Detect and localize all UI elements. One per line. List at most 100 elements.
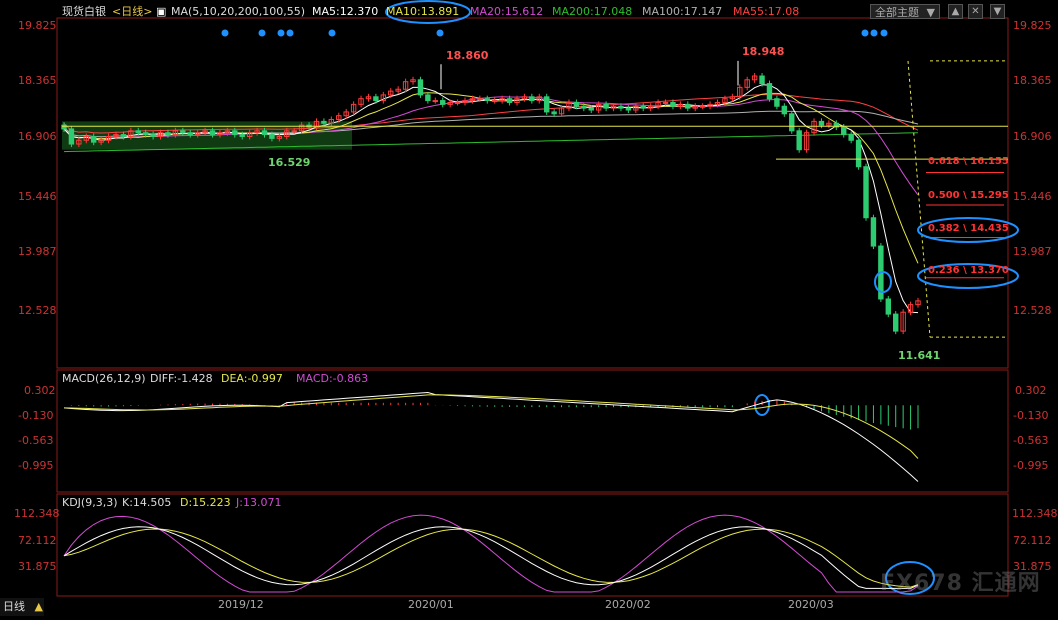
y-tick-right: 12.528 — [1013, 304, 1052, 317]
candle — [321, 120, 327, 124]
candle — [640, 105, 646, 109]
candle — [551, 111, 557, 115]
ma20-value: MA20:15.612 — [470, 5, 544, 18]
candle — [781, 105, 788, 115]
candle — [61, 124, 67, 130]
y-tick-right: 15.446 — [1013, 190, 1052, 203]
symbol-name: 现货白银 — [62, 5, 106, 18]
candle — [588, 107, 594, 111]
candle — [855, 139, 862, 168]
macd-value: MACD:-0.863 — [296, 372, 369, 385]
candle — [796, 130, 802, 151]
fib-level-label: 0.236 \ 13.370 — [928, 265, 1009, 276]
candle — [870, 217, 877, 247]
candle — [848, 134, 854, 141]
candle — [269, 134, 275, 139]
macd-y-tick-left: -0.995 — [18, 459, 54, 472]
macd-y-tick-right: -0.130 — [1013, 409, 1049, 422]
event-dot — [328, 29, 336, 37]
candle — [484, 98, 490, 102]
chart-stage: 现货白银 <日线> ▣ MA(5,10,20,200,100,55) MA5:1… — [0, 0, 1058, 616]
event-dot — [880, 29, 888, 37]
ma10-value: MA10:13.891 — [386, 5, 460, 18]
kdj-y-tick-left: 112.348 — [14, 507, 60, 520]
candle — [529, 96, 535, 102]
kdj-y-tick-left: 72.112 — [18, 534, 57, 547]
y-tick-left: 16.906 — [18, 130, 57, 143]
candle — [759, 75, 765, 85]
scroll-up-button[interactable]: ▲ — [948, 4, 963, 19]
candle — [425, 94, 431, 102]
macd-diff: DIFF:-1.428 — [150, 372, 213, 385]
kdj-k: K:14.505 — [122, 496, 172, 509]
macd-y-tick-left: 0.302 — [24, 384, 56, 397]
candle — [492, 100, 498, 103]
ma5-value: MA5:12.370 — [312, 5, 379, 18]
watermark: FX678 汇通网 — [880, 571, 1041, 596]
ma200-value: MA200:17.048 — [552, 5, 633, 18]
macd-y-tick-left: -0.563 — [18, 434, 54, 447]
candle — [187, 132, 193, 136]
x-tick: 2020/02 — [605, 598, 651, 611]
scroll-down-button[interactable]: ▼ — [990, 4, 1005, 19]
x-tick: 2020/03 — [788, 598, 834, 611]
candle — [685, 103, 691, 109]
y-tick-left: 18.365 — [18, 74, 57, 87]
candle — [662, 101, 669, 104]
candle — [150, 134, 156, 137]
candle — [774, 98, 780, 107]
event-dot — [221, 29, 229, 37]
ma-toggle-icon[interactable]: ▣ — [156, 5, 166, 19]
event-dot — [861, 29, 869, 37]
candle — [885, 298, 892, 315]
fib-diagonal — [907, 60, 931, 338]
high-label-1: 18.860 — [446, 49, 489, 62]
period-label[interactable]: <日线> — [112, 5, 152, 19]
kdj-y-tick-left: 31.875 — [18, 560, 57, 573]
candle — [893, 313, 899, 332]
tab-up-icon: ▲ — [34, 600, 43, 613]
close-button[interactable]: ✕ — [968, 4, 983, 19]
candle — [454, 101, 461, 104]
kdj-y-tick-right: 72.112 — [1013, 534, 1052, 547]
event-dot — [436, 29, 444, 37]
chart-canvas[interactable] — [0, 0, 1058, 616]
event-dot — [258, 29, 266, 37]
candle — [142, 132, 149, 136]
kdj-name: KDJ(9,3,3) — [62, 496, 118, 509]
kdj-y-tick-right: 112.348 — [1012, 507, 1058, 520]
candle — [291, 130, 297, 133]
y-tick-right: 16.906 — [1013, 130, 1052, 143]
candle — [165, 132, 171, 136]
macd-y-tick-right: -0.563 — [1013, 434, 1049, 447]
x-tick: 2019/12 — [218, 598, 264, 611]
candle — [506, 98, 513, 103]
candle — [261, 130, 268, 136]
candle — [68, 128, 75, 145]
event-dot — [286, 29, 294, 37]
kdj-j: J:13.071 — [236, 496, 282, 509]
period-tab[interactable]: 日线 ▲ — [0, 598, 44, 616]
macd-dea-line — [63, 394, 919, 459]
candle — [440, 100, 446, 105]
candle — [432, 100, 439, 103]
candle — [818, 120, 825, 126]
kdj-j-line — [63, 514, 919, 593]
candle — [135, 130, 141, 134]
event-dot — [870, 29, 878, 37]
macd-diff-line — [63, 391, 919, 482]
y-tick-left: 15.446 — [18, 190, 57, 203]
candle — [699, 105, 706, 108]
candle — [573, 101, 580, 107]
candle — [90, 135, 97, 143]
triangle-down-icon: ▼ — [926, 6, 935, 19]
candle — [239, 134, 245, 137]
x-tick: 2020/01 — [408, 598, 454, 611]
macd-y-tick-right: -0.995 — [1013, 459, 1049, 472]
candle — [603, 103, 609, 109]
candle — [789, 113, 795, 132]
candle — [670, 101, 676, 107]
theme-dropdown[interactable]: 全部主题 ▼ — [870, 4, 940, 19]
period-tab-label: 日线 — [3, 600, 25, 613]
candle — [209, 130, 216, 136]
